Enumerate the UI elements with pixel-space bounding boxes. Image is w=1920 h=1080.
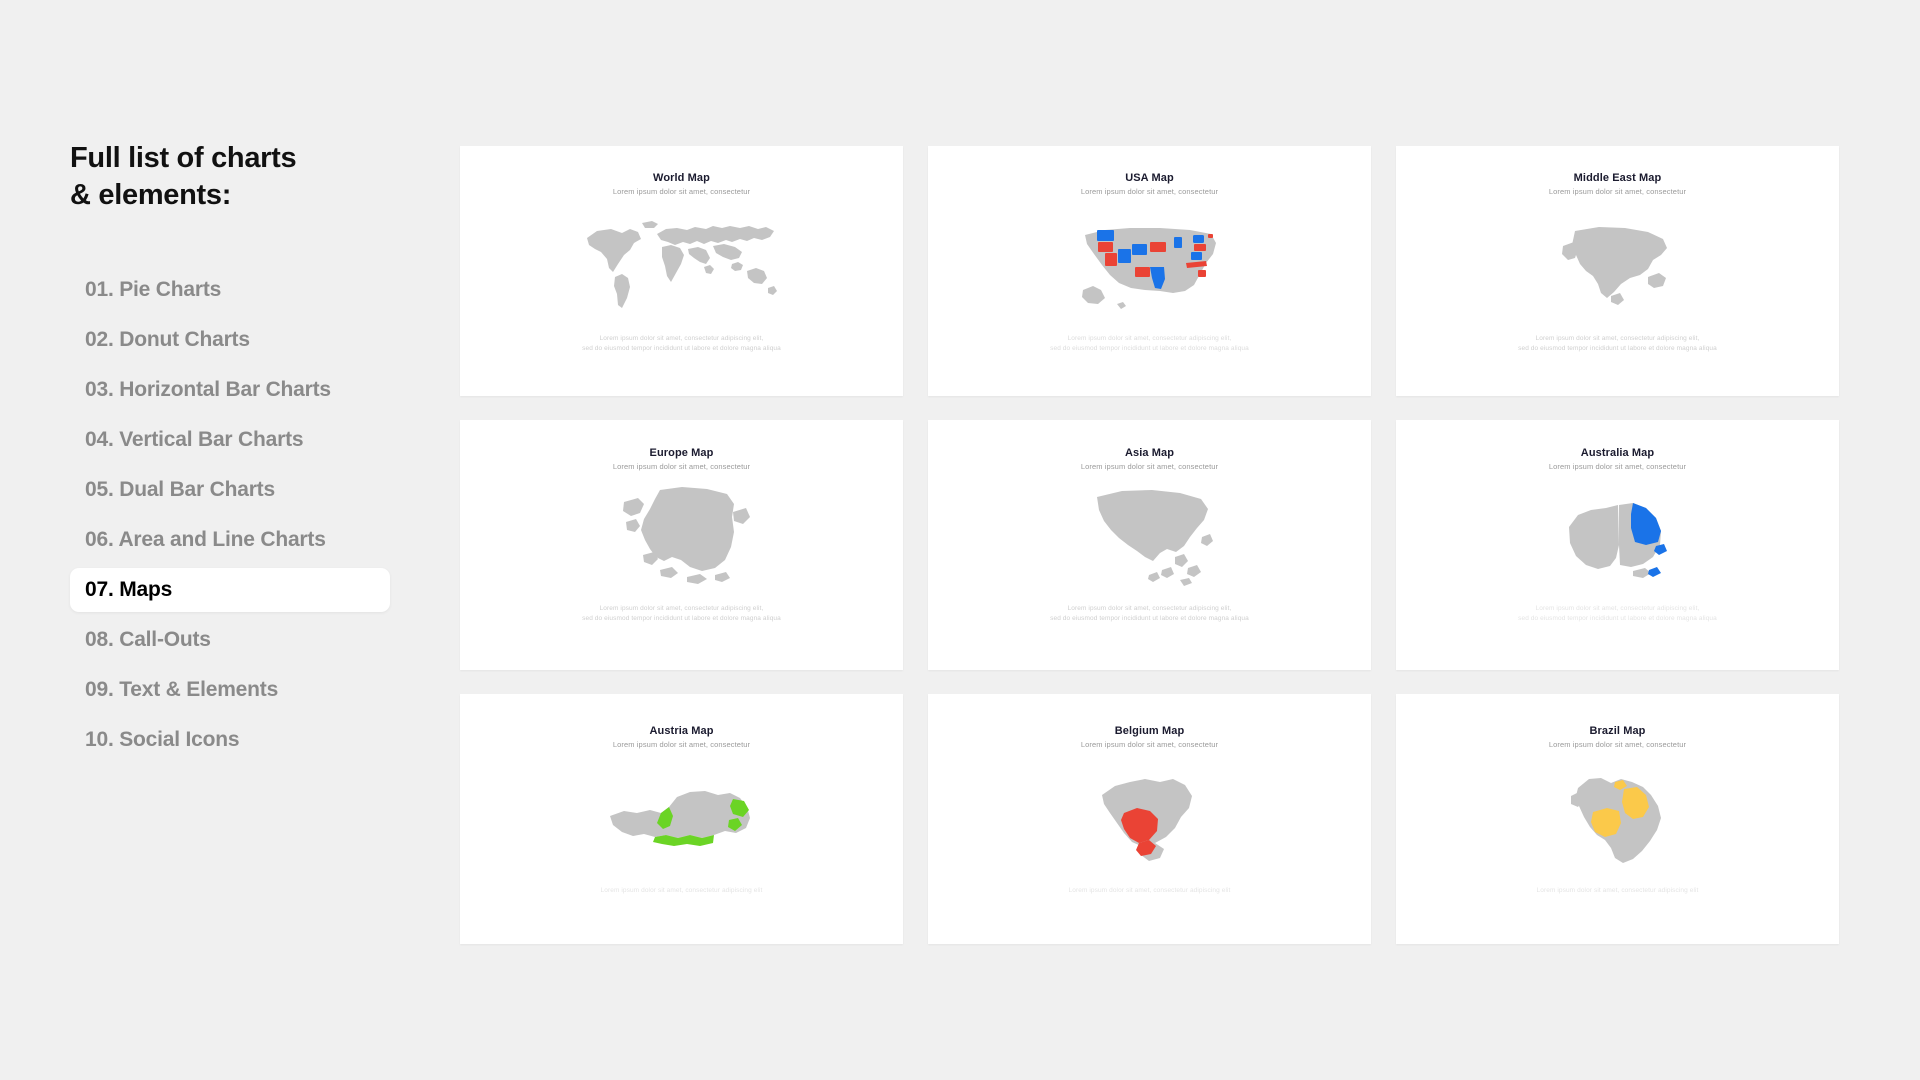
- card-caption-line-1: Lorem ipsum dolor sit amet, consectetur …: [1535, 604, 1700, 612]
- card-title: Middle East Map: [1573, 172, 1662, 184]
- card-caption-line-1: Lorem ipsum dolor sit amet, consectetur …: [600, 886, 763, 894]
- card-subtitle: Lorem ipsum dolor sit amet, consectetur: [1548, 187, 1687, 196]
- austria-map-graphic[interactable]: [460, 749, 903, 886]
- card-caption-line-2: sed do eiusmod tempor incididunt ut labo…: [1518, 614, 1717, 622]
- sidebar-item-label: 06. Area and Line Charts: [85, 527, 326, 551]
- card-subtitle: Lorem ipsum dolor sit amet, consectetur: [612, 740, 751, 749]
- card-subtitle: Lorem ipsum dolor sit amet, consectetur: [1548, 462, 1687, 471]
- card-title: Europe Map: [649, 447, 714, 459]
- sidebar-item-maps[interactable]: 07. Maps: [70, 567, 390, 612]
- card-caption-line-1: Lorem ipsum dolor sit amet, consectetur …: [1067, 604, 1232, 612]
- map-card-usa[interactable]: USA Map Lorem ipsum dolor sit amet, cons…: [928, 146, 1371, 396]
- card-title: Brazil Map: [1589, 725, 1646, 737]
- australia-map-graphic[interactable]: [1396, 471, 1839, 604]
- card-subtitle: Lorem ipsum dolor sit amet, consectetur: [1080, 740, 1219, 749]
- card-subtitle: Lorem ipsum dolor sit amet, consectetur: [1080, 187, 1219, 196]
- card-caption-line-1: Lorem ipsum dolor sit amet, consectetur …: [599, 604, 764, 612]
- card-title: World Map: [653, 172, 710, 184]
- page-title-line-1: Full list of charts: [70, 142, 297, 174]
- map-card-austria[interactable]: Austria Map Lorem ipsum dolor sit amet, …: [460, 694, 903, 944]
- sidebar-item-call-outs[interactable]: 08. Call-Outs: [70, 618, 410, 662]
- card-caption-line-2: sed do eiusmod tempor incididunt ut labo…: [582, 344, 781, 352]
- card-subtitle: Lorem ipsum dolor sit amet, consectetur: [612, 187, 751, 196]
- map-card-belgium[interactable]: Belgium Map Lorem ipsum dolor sit amet, …: [928, 694, 1371, 944]
- sidebar-item-area-and-line-charts[interactable]: 06. Area and Line Charts: [70, 518, 410, 562]
- map-card-world[interactable]: World Map Lorem ipsum dolor sit amet, co…: [460, 146, 903, 396]
- card-caption-line-1: Lorem ipsum dolor sit amet, consectetur …: [599, 334, 764, 342]
- sidebar-item-label: 09. Text & Elements: [85, 677, 279, 701]
- card-title: Austria Map: [649, 725, 714, 737]
- chart-category-list: 01. Pie Charts 02. Donut Charts 03. Hori…: [70, 268, 410, 762]
- sidebar-item-label: 07. Maps: [85, 577, 173, 601]
- card-caption: Lorem ipsum dolor sit amet, consectetur …: [1000, 604, 1300, 624]
- card-caption: Lorem ipsum dolor sit amet, consectetur …: [1000, 886, 1300, 896]
- card-caption: Lorem ipsum dolor sit amet, consectetur …: [1000, 334, 1300, 354]
- card-title: USA Map: [1125, 172, 1174, 184]
- page-title: Full list of charts & elements:: [70, 140, 410, 214]
- usa-map-graphic[interactable]: [928, 196, 1371, 334]
- map-card-europe[interactable]: Europe Map Lorem ipsum dolor sit amet, c…: [460, 420, 903, 670]
- card-caption-line-1: Lorem ipsum dolor sit amet, consectetur …: [1535, 334, 1700, 342]
- map-card-grid: World Map Lorem ipsum dolor sit amet, co…: [460, 146, 1839, 944]
- card-caption: Lorem ipsum dolor sit amet, consectetur …: [532, 604, 832, 624]
- map-card-brazil[interactable]: Brazil Map Lorem ipsum dolor sit amet, c…: [1396, 694, 1839, 944]
- sidebar-item-label: 01. Pie Charts: [85, 277, 222, 301]
- card-caption-line-2: sed do eiusmod tempor incididunt ut labo…: [1518, 344, 1717, 352]
- card-caption-line-2: sed do eiusmod tempor incididunt ut labo…: [1050, 614, 1249, 622]
- sidebar-item-label: 08. Call-Outs: [85, 627, 211, 651]
- map-card-australia[interactable]: Australia Map Lorem ipsum dolor sit amet…: [1396, 420, 1839, 670]
- sidebar-item-pie-charts[interactable]: 01. Pie Charts: [70, 268, 410, 312]
- world-map-graphic[interactable]: [460, 196, 903, 334]
- sidebar-item-vertical-bar-charts[interactable]: 04. Vertical Bar Charts: [70, 418, 410, 462]
- card-subtitle: Lorem ipsum dolor sit amet, consectetur: [612, 462, 751, 471]
- map-card-middle-east[interactable]: Middle East Map Lorem ipsum dolor sit am…: [1396, 146, 1839, 396]
- card-caption-line-1: Lorem ipsum dolor sit amet, consectetur …: [1536, 886, 1699, 894]
- sidebar: Full list of charts & elements: 01. Pie …: [70, 140, 410, 768]
- card-subtitle: Lorem ipsum dolor sit amet, consectetur: [1548, 740, 1687, 749]
- page-title-line-2: & elements:: [70, 178, 232, 211]
- sidebar-item-label: 10. Social Icons: [85, 727, 240, 751]
- card-subtitle: Lorem ipsum dolor sit amet, consectetur: [1080, 462, 1219, 471]
- sidebar-item-social-icons[interactable]: 10. Social Icons: [70, 718, 410, 762]
- brazil-map-graphic[interactable]: [1396, 749, 1839, 886]
- card-caption-line-2: sed do eiusmod tempor incididunt ut labo…: [582, 614, 781, 622]
- card-caption: Lorem ipsum dolor sit amet, consectetur …: [1468, 604, 1768, 624]
- sidebar-item-dual-bar-charts[interactable]: 05. Dual Bar Charts: [70, 468, 410, 512]
- card-caption: Lorem ipsum dolor sit amet, consectetur …: [1468, 334, 1768, 354]
- card-caption: Lorem ipsum dolor sit amet, consectetur …: [532, 334, 832, 354]
- sidebar-item-donut-charts[interactable]: 02. Donut Charts: [70, 318, 410, 362]
- europe-map-graphic[interactable]: [460, 471, 903, 604]
- belgium-map-graphic[interactable]: [928, 749, 1371, 886]
- card-caption-line-1: Lorem ipsum dolor sit amet, consectetur …: [1067, 334, 1232, 342]
- sidebar-item-label: 02. Donut Charts: [85, 327, 250, 351]
- map-card-asia[interactable]: Asia Map Lorem ipsum dolor sit amet, con…: [928, 420, 1371, 670]
- asia-map-graphic[interactable]: [928, 471, 1371, 604]
- sidebar-item-label: 04. Vertical Bar Charts: [85, 427, 304, 451]
- card-title: Belgium Map: [1114, 725, 1185, 737]
- middle-east-map-graphic[interactable]: [1396, 196, 1839, 334]
- card-caption-line-2: sed do eiusmod tempor incididunt ut labo…: [1050, 344, 1249, 352]
- sidebar-item-label: 05. Dual Bar Charts: [85, 477, 275, 501]
- sidebar-item-label: 03. Horizontal Bar Charts: [85, 377, 331, 401]
- card-title: Asia Map: [1124, 447, 1175, 459]
- card-caption-line-1: Lorem ipsum dolor sit amet, consectetur …: [1068, 886, 1231, 894]
- sidebar-item-text-and-elements[interactable]: 09. Text & Elements: [70, 668, 410, 712]
- card-caption: Lorem ipsum dolor sit amet, consectetur …: [532, 886, 832, 896]
- sidebar-item-horizontal-bar-charts[interactable]: 03. Horizontal Bar Charts: [70, 368, 410, 412]
- card-title: Australia Map: [1580, 447, 1655, 459]
- card-caption: Lorem ipsum dolor sit amet, consectetur …: [1468, 886, 1768, 896]
- slide-canvas: Full list of charts & elements: 01. Pie …: [0, 0, 1920, 1080]
